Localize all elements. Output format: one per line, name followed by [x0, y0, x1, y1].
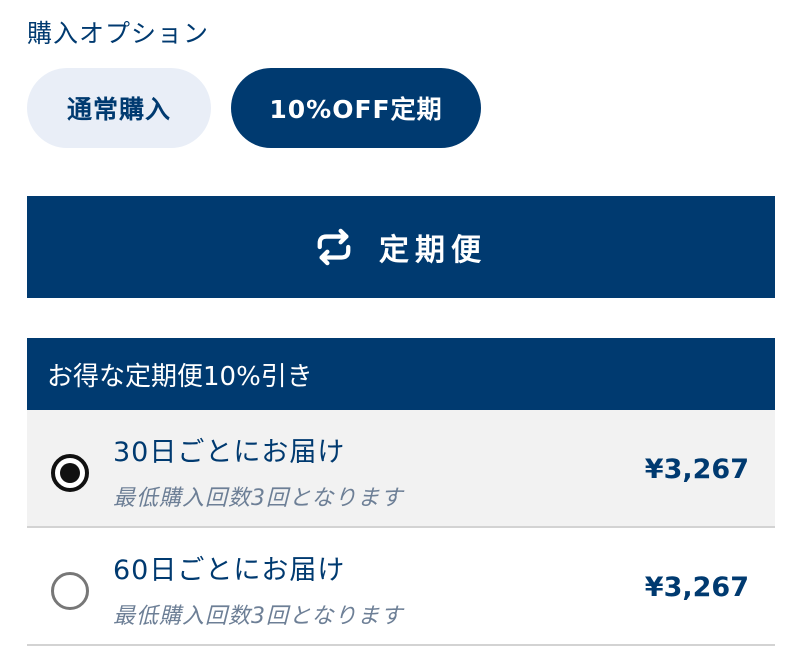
- plan-header: お得な定期便10%引き: [27, 338, 775, 410]
- plan-option-note: 最低購入回数3回となります: [113, 486, 404, 511]
- normal-purchase-button[interactable]: 通常購入: [27, 68, 211, 148]
- plan-option-60-days[interactable]: 60日ごとにお届け 最低購入回数3回となります ¥3,267: [27, 528, 775, 646]
- plan-option-label: 30日ごとにお届け: [113, 437, 346, 468]
- subscription-button[interactable]: 定期便: [27, 196, 775, 298]
- radio-unselected[interactable]: [51, 572, 89, 610]
- plan-option-30-days[interactable]: 30日ごとにお届け 最低購入回数3回となります ¥3,267: [27, 410, 775, 528]
- repeat-icon: [317, 228, 351, 266]
- purchase-options-title: 購入オプション: [27, 19, 210, 48]
- plan-option-price: ¥3,267: [644, 454, 749, 485]
- subscription-purchase-button[interactable]: 10%OFF定期: [231, 68, 481, 148]
- plan-option-note: 最低購入回数3回となります: [113, 604, 404, 629]
- purchase-options-panel: 購入オプション 通常購入 10%OFF定期 定期便 お得な定期便10%引き 30…: [0, 0, 802, 663]
- subscription-button-label: 定期便: [379, 233, 487, 268]
- plan-option-label: 60日ごとにお届け: [113, 555, 346, 586]
- plan-option-price: ¥3,267: [644, 572, 749, 603]
- radio-selected[interactable]: [51, 454, 89, 492]
